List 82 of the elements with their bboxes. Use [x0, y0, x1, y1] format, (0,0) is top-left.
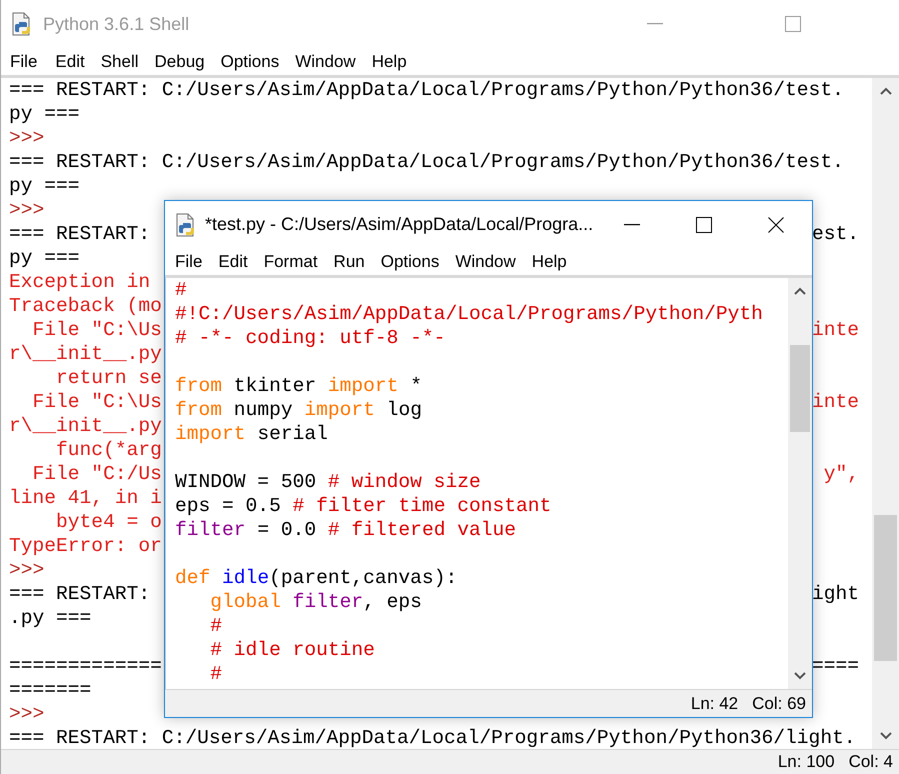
scroll-up-icon[interactable]	[880, 87, 892, 95]
shell-prompt: >>>	[9, 127, 44, 149]
shell-output-line: .py ===	[9, 607, 92, 629]
error-output-line: y",	[824, 463, 859, 485]
scroll-down-icon[interactable]	[880, 732, 892, 740]
shell-prompt: >>>	[9, 703, 44, 725]
code-line: eps = 0.5 # filter time constant	[175, 494, 552, 518]
line-number-status: Ln: 100	[778, 752, 835, 772]
menu-item[interactable]: Help	[364, 52, 415, 72]
shell-output-line: === RESTART: C:/Users/Asim/AppData/Local/Programs/Python/Python36/light.	[9, 727, 856, 749]
error-output-line: byte4 = o	[55, 511, 162, 533]
code-line: #	[209, 614, 224, 638]
code-line: # -*- coding: utf-8 -*-	[175, 326, 446, 350]
python-file-icon	[11, 12, 33, 36]
error-output-line: return se	[55, 367, 162, 389]
menu-item[interactable]: Edit	[47, 52, 93, 72]
menu-item[interactable]: Shell	[92, 52, 147, 72]
error-output-line: File "C:\Us	[32, 391, 162, 413]
menu-item[interactable]: Debug	[146, 52, 213, 72]
shell-output-line: est.	[812, 223, 859, 245]
menu-item[interactable]: Options	[212, 52, 288, 72]
maximize-icon	[785, 16, 801, 32]
window-title: *test.py - C:/Users/Asim/AppData/Local/Progra...	[205, 214, 594, 235]
menu-item[interactable]: File	[1, 52, 48, 72]
code-line: WINDOW = 500 # window size	[175, 470, 482, 494]
shell-output-line: === RESTART: C:/Users/Asim/AppData/Local/Programs/Python/Python36/test.	[9, 79, 844, 101]
scrollbar-thumb[interactable]	[874, 515, 897, 661]
shell-output-line: ====	[812, 655, 859, 677]
menu-item[interactable]: Format	[256, 252, 326, 272]
code-line: def idle(parent,canvas):	[175, 566, 458, 590]
scrollbar[interactable]	[788, 278, 812, 689]
code-line: filter = 0.0 # filtered value	[175, 518, 518, 542]
shell-output-line: py ===	[9, 175, 80, 197]
error-output-line: r\__init__.py	[9, 415, 162, 437]
shell-output-line: ight	[812, 583, 859, 605]
shell-output-line: =============	[9, 655, 162, 677]
error-output-line: File "C:\Us	[32, 319, 162, 341]
code-line: from tkinter import *	[175, 374, 423, 398]
shell-output-line: py ===	[9, 103, 80, 125]
error-output-line: File "C:/Us	[32, 463, 162, 485]
error-output-line: Exception in	[9, 271, 150, 293]
code-line: global filter, eps	[209, 590, 423, 614]
code-line: #	[209, 662, 224, 686]
error-output-line: func(*arg	[55, 439, 162, 461]
minimize-icon	[647, 23, 663, 25]
window-title: Python 3.6.1 Shell	[43, 14, 190, 34]
scroll-down-icon[interactable]	[794, 672, 806, 680]
menu-item[interactable]: Help	[524, 252, 575, 272]
shell-output-line: === RESTART: C:/Users/Asim/AppData/Local/Programs/Python/Python36/test.	[9, 151, 844, 173]
code-line: #!C:/Users/Asim/AppData/Local/Programs/Python/Pyth	[175, 302, 764, 326]
menu-item[interactable]: Run	[326, 252, 373, 272]
error-output-line: TypeError: or	[9, 535, 162, 557]
shell-prompt: >>>	[9, 199, 44, 221]
code-line: # idle routine	[209, 638, 376, 662]
menu-item[interactable]: Options	[372, 252, 448, 272]
error-output-line: inte	[812, 319, 859, 341]
column-number-status: Col: 69	[752, 694, 806, 714]
minimize-icon	[624, 224, 640, 226]
close-icon	[768, 216, 784, 232]
shell-output-line: =======	[9, 679, 92, 701]
shell-prompt: >>>	[9, 559, 44, 581]
scroll-up-icon[interactable]	[794, 287, 806, 295]
column-number-status: Col: 4	[848, 752, 893, 772]
menu-item[interactable]: Window	[287, 52, 364, 72]
code-line: from numpy import log	[175, 398, 423, 422]
error-output-line: line 41, in i	[9, 487, 162, 509]
error-output-line: inte	[812, 391, 859, 413]
python-file-icon	[175, 212, 197, 236]
menu-item[interactable]: Edit	[210, 252, 256, 272]
line-number-status: Ln: 42	[690, 694, 738, 714]
menu-item[interactable]: File	[165, 252, 210, 272]
shell-output-line: py ===	[9, 247, 80, 269]
shell-output-line: === RESTART:	[9, 583, 150, 605]
code-line: #	[175, 278, 188, 302]
scrollbar[interactable]	[872, 78, 899, 749]
shell-output-line: === RESTART:	[9, 223, 150, 245]
error-output-line: r\__init__.py	[9, 343, 162, 365]
maximize-icon	[696, 216, 712, 232]
scrollbar-thumb[interactable]	[790, 345, 810, 432]
code-line: import serial	[175, 422, 329, 446]
error-output-line: Traceback (mo	[9, 295, 162, 317]
menu-item[interactable]: Window	[447, 252, 524, 272]
